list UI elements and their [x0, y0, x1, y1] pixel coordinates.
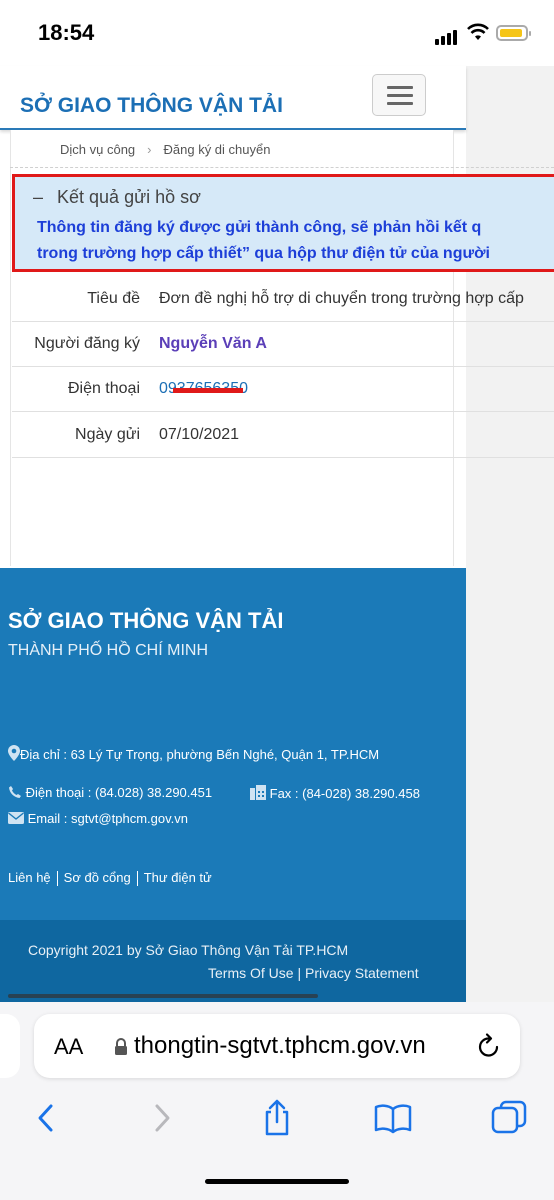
footer-email: Email : sgtvt@tphcm.gov.vn	[8, 811, 188, 826]
redaction-mark	[173, 388, 243, 393]
status-bar: 18:54	[0, 0, 554, 66]
collapse-icon: –	[33, 187, 44, 207]
footer-link-so-do-cong[interactable]: Sơ đồ cổng	[64, 870, 131, 885]
result-panel: – Kết quả gửi hồ sơ Thông tin đăng ký đượ…	[12, 174, 554, 272]
divider	[10, 167, 554, 168]
tabs-icon[interactable]	[489, 1098, 529, 1138]
menu-button[interactable]	[372, 74, 426, 116]
previous-tab-pill[interactable]	[0, 1014, 20, 1078]
bookmarks-icon[interactable]	[373, 1098, 413, 1138]
footer-phone: Điện thoại : (84.028) 38.290.451	[8, 785, 212, 800]
url-text[interactable]: thongtin-sgtvt.tphcm.gov.vn	[134, 1032, 426, 1060]
reader-options-button[interactable]: AA	[54, 1034, 83, 1060]
site-title[interactable]: SỞ GIAO THÔNG VẬN TẢI TP.HCM	[20, 86, 330, 128]
back-icon[interactable]	[26, 1098, 66, 1138]
detail-row-phone: Điện thoại 0937656350	[12, 367, 554, 412]
envelope-icon	[8, 812, 24, 824]
detail-value: 07/10/2021	[159, 426, 240, 443]
privacy-link[interactable]: Privacy Statement	[305, 965, 419, 981]
applicant-name: Nguyễn Văn A	[159, 335, 267, 352]
lock-icon	[115, 1038, 127, 1055]
site-header: SỞ GIAO THÔNG VẬN TẢI TP.HCM	[0, 66, 466, 130]
footer-legal-links: Terms Of Use | Privacy Statement	[208, 965, 419, 981]
detail-row-applicant: Người đăng ký Nguyễn Văn A	[12, 322, 554, 367]
battery-icon	[496, 25, 531, 41]
footer-links: Liên hệ Sơ đồ cổng Thư điện tử	[8, 870, 212, 887]
detail-label: Người đăng ký	[34, 335, 140, 352]
footer-bottom	[0, 920, 466, 1002]
result-message: Thông tin đăng ký được gửi thành công, s…	[37, 219, 490, 262]
copyright-text: Copyright 2021 by Sở Giao Thông Vận Tải …	[28, 942, 349, 958]
cellular-signal-icon	[435, 27, 459, 45]
detail-label: Ngày gửi	[75, 426, 140, 443]
status-time: 18:54	[38, 20, 95, 45]
detail-row-title: Tiêu đề Đơn đề nghị hỗ trợ di chuyển tro…	[12, 277, 554, 322]
terms-link[interactable]: Terms Of Use	[208, 965, 294, 981]
footer-link-lien-he[interactable]: Liên hệ	[8, 870, 51, 885]
footer-fax: Fax : (84-028) 38.290.458	[250, 785, 420, 801]
footer-subtitle: THÀNH PHỐ HỒ CHÍ MINH	[8, 642, 208, 659]
breadcrumb-item-dang-ky[interactable]: Đăng ký di chuyển	[164, 142, 271, 157]
fax-icon	[250, 785, 266, 800]
reload-icon[interactable]	[476, 1032, 502, 1060]
breadcrumb: Dịch vụ công › Đăng ký di chuyển	[60, 142, 270, 157]
phone-value[interactable]: 0937656350	[159, 380, 248, 398]
detail-label: Tiêu đề	[87, 290, 140, 307]
wifi-icon	[467, 23, 489, 40]
breadcrumb-item-dich-vu-cong[interactable]: Dịch vụ công	[60, 142, 135, 157]
home-indicator[interactable]	[205, 1179, 349, 1184]
chevron-right-icon: ›	[147, 142, 152, 157]
detail-row-date: Ngày gửi 07/10/2021	[12, 413, 554, 458]
share-icon[interactable]	[257, 1098, 297, 1138]
footer-link-thu-dien-tu[interactable]: Thư điện tử	[144, 870, 212, 885]
location-pin-icon	[8, 745, 20, 761]
detail-label: Điện thoại	[67, 380, 140, 397]
address-bar[interactable]: AA thongtin-sgtvt.tphcm.gov.vn	[34, 1014, 520, 1078]
result-title[interactable]: – Kết quả gửi hồ sơ	[33, 187, 201, 208]
footer-address: Địa chỉ : 63 Lý Tự Trọng, phường Bến Ngh…	[8, 745, 379, 762]
detail-value: Đơn đề nghị hỗ trợ di chuyển trong trườn…	[159, 290, 524, 307]
phone-icon	[9, 786, 21, 798]
forward-icon[interactable]	[142, 1098, 182, 1138]
horizontal-scroll-indicator[interactable]	[8, 994, 318, 998]
footer-title: SỞ GIAO THÔNG VẬN TẢI	[8, 608, 284, 633]
